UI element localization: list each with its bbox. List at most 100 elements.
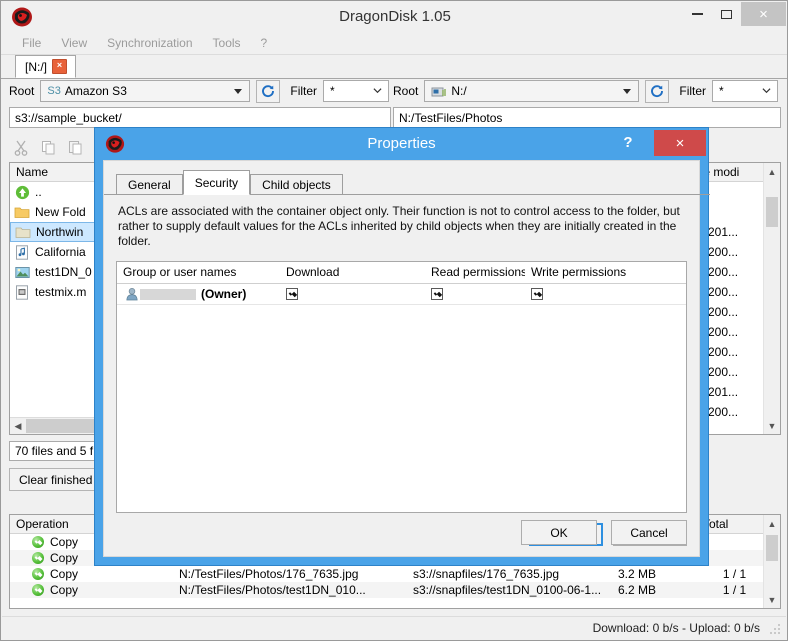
maximize-button[interactable]: [712, 2, 741, 26]
list-item-label: ..: [35, 185, 42, 199]
chevron-down-icon: [234, 89, 243, 94]
left-address-bar[interactable]: s3://sample_bucket/: [9, 107, 391, 128]
dialog-body: General Security Child objects ACLs are as…: [103, 160, 710, 557]
dialog-close-button[interactable]: ×: [654, 130, 706, 156]
operation-label: Copy: [50, 551, 79, 565]
acl-column-read-permissions[interactable]: Read permissions: [425, 262, 525, 283]
acl-description: ACLs are associated with the container o…: [118, 204, 680, 248]
help-button[interactable]: ?: [620, 134, 636, 151]
right-vertical-scrollbar[interactable]: ▲ ▼: [763, 163, 780, 434]
acl-user-name-redacted: [140, 288, 196, 300]
folder-icon: [14, 225, 32, 239]
scrollbar-thumb[interactable]: [766, 197, 778, 227]
clear-finished-button[interactable]: Clear finished: [9, 468, 103, 491]
acl-table[interactable]: Group or user names Download Read permis…: [116, 261, 687, 513]
tab-label: [N:/]: [25, 59, 48, 74]
write-permissions-checkbox[interactable]: [531, 288, 543, 300]
menu-item-file[interactable]: File: [12, 32, 51, 54]
tab-child-objects[interactable]: Child objects: [250, 174, 343, 195]
operation-destination: s3://snapfiles/176_7635.jpg: [413, 567, 560, 581]
operation-label: Copy: [50, 535, 79, 549]
acl-column-write-permissions[interactable]: Write permissions: [525, 262, 655, 283]
table-row[interactable]: Copy N:/TestFiles/Photos/176_7635.jpg s3…: [10, 566, 780, 582]
left-refresh-button[interactable]: [256, 79, 281, 103]
left-root-value: Amazon S3: [64, 84, 127, 98]
menu-item-view[interactable]: View: [51, 32, 97, 54]
operation-destination: s3://snapfiles/test1DN_0100-06-1...: [413, 583, 602, 597]
acl-table-header: Group or user names Download Read permis…: [117, 262, 686, 284]
transfer-rate-text: Download: 0 b/s - Upload: 0 b/s: [592, 621, 760, 635]
list-item-label: test1DN_0: [35, 265, 92, 279]
scroll-down-icon[interactable]: ▼: [764, 417, 780, 434]
left-root-row: Root S3 Amazon S3 Filter *: [9, 79, 391, 103]
media-file-icon: [13, 284, 31, 300]
tab-n-root[interactable]: [N:/] ×: [15, 55, 77, 78]
scroll-up-icon[interactable]: ▲: [764, 515, 780, 532]
cut-button[interactable]: [9, 137, 33, 159]
paste-icon: [68, 141, 81, 155]
left-filter-label: Filter: [290, 84, 318, 98]
left-filter-combo[interactable]: *: [323, 80, 390, 102]
minimize-button[interactable]: [683, 2, 712, 26]
operation-label: Copy: [50, 567, 79, 581]
menu-bar: File View Synchronization Tools ?: [1, 32, 787, 55]
operation-source: N:/TestFiles/Photos/176_7635.jpg: [179, 567, 359, 581]
status-bar: Download: 0 b/s - Upload: 0 b/s: [2, 616, 786, 639]
tab-close-icon[interactable]: ×: [52, 59, 68, 74]
dialog-tabs: General Security Child objects: [104, 170, 710, 195]
download-checkbox[interactable]: [286, 288, 298, 300]
right-root-combo[interactable]: N:/: [424, 80, 640, 102]
acl-row[interactable]: (Owner): [117, 284, 686, 305]
status-ok-icon: [32, 584, 44, 596]
chevron-down-icon: [373, 88, 382, 94]
left-root-label: Root: [9, 84, 35, 98]
paste-button[interactable]: [63, 137, 87, 159]
left-status-text: 70 files and 5 f: [15, 444, 94, 458]
drive-icon: [431, 85, 447, 98]
list-item-label: California: [35, 245, 86, 259]
right-refresh-button[interactable]: [645, 79, 670, 103]
scrollbar-thumb[interactable]: [766, 535, 778, 561]
menu-item-synchronization[interactable]: Synchronization: [97, 32, 202, 54]
copy-button[interactable]: [36, 137, 60, 159]
close-button[interactable]: ×: [741, 2, 786, 26]
cancel-button[interactable]: Cancel: [611, 520, 687, 545]
operation-source: N:/TestFiles/Photos/test1DN_010...: [179, 583, 366, 597]
ok-button[interactable]: OK: [521, 520, 597, 545]
scroll-down-icon[interactable]: ▼: [764, 591, 780, 608]
tab-strip: [N:/] ×: [1, 55, 787, 79]
table-row[interactable]: Copy N:/TestFiles/Photos/test1DN_010... …: [10, 582, 780, 598]
image-file-icon: [13, 266, 31, 279]
dialog-action-buttons: OK Cancel: [521, 520, 687, 545]
scroll-left-icon[interactable]: ◀: [10, 418, 26, 434]
right-address-bar[interactable]: N:/TestFiles/Photos: [393, 107, 781, 128]
menu-item-help[interactable]: ?: [251, 32, 278, 54]
operations-vertical-scrollbar[interactable]: ▲ ▼: [763, 515, 780, 608]
dialog-title-bar: Properties ? ×: [95, 128, 708, 160]
acl-column-group-or-user-names[interactable]: Group or user names: [117, 262, 280, 283]
chevron-down-icon: [762, 88, 771, 94]
menu-item-tools[interactable]: Tools: [203, 32, 251, 54]
left-address-text: s3://sample_bucket/: [15, 110, 122, 125]
operation-size: 6.2 MB: [618, 583, 657, 597]
right-filter-combo[interactable]: *: [712, 80, 779, 102]
cut-icon: [14, 140, 27, 156]
window-controls: ×: [683, 2, 786, 26]
scroll-up-icon[interactable]: ▲: [764, 163, 780, 180]
right-root-label: Root: [393, 84, 419, 98]
refresh-icon: [262, 85, 275, 98]
acl-column-download[interactable]: Download: [280, 262, 425, 283]
properties-dialog: Properties ? × General Security Child obje…: [94, 127, 710, 566]
status-ok-icon: [32, 536, 44, 548]
tab-general[interactable]: General: [116, 174, 183, 195]
tab-security[interactable]: Security: [182, 170, 251, 195]
chevron-down-icon: [623, 89, 632, 94]
resize-grip-icon[interactable]: [768, 621, 782, 635]
status-ok-icon: [32, 552, 44, 564]
copy-icon: [41, 141, 54, 155]
left-root-combo[interactable]: S3 Amazon S3: [40, 80, 251, 102]
read-permissions-checkbox[interactable]: [431, 288, 443, 300]
right-filter-label: Filter: [679, 84, 707, 98]
right-filter-value: *: [719, 84, 724, 98]
operation-label: Copy: [50, 583, 79, 597]
